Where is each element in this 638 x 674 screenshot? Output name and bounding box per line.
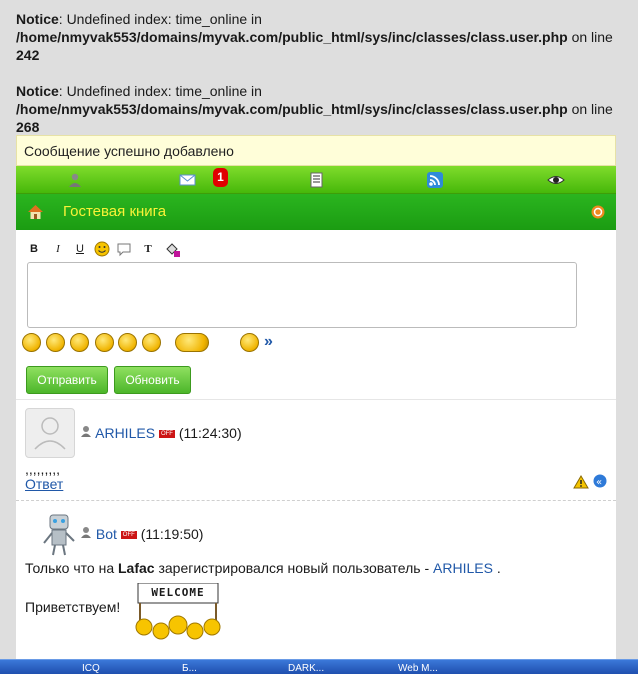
thumbs-up-smiley-icon[interactable] [142,333,161,352]
sick-smiley-icon[interactable] [240,333,259,352]
quote-icon[interactable] [116,241,132,257]
refresh-icon[interactable] [591,205,607,221]
windows-taskbar: ICQ Б... DARK... Web M... [0,659,638,674]
unread-mail-badge[interactable]: 1 [213,168,228,187]
taskbar-item[interactable]: DARK... [288,663,324,674]
report-warning-icon[interactable] [573,475,589,491]
smiley-icon[interactable] [118,333,137,352]
notice-path: /home/nmyvak553/domains/myvak.com/public… [16,101,568,117]
send-button[interactable]: Отправить [26,366,108,394]
user-icon [81,527,91,538]
bold-button[interactable]: B [26,241,42,257]
svg-text:«: « [596,477,602,488]
site-name: Lafac [118,560,155,576]
background-color-icon[interactable] [164,241,180,257]
post-time: (11:19:50) [140,526,204,542]
page-title-bar: Гостевая книга [16,194,616,230]
refresh-button[interactable]: Обновить [114,366,191,394]
more-smileys-link[interactable]: » [264,333,273,351]
profile-icon[interactable] [67,172,83,188]
notes-icon[interactable] [309,172,325,188]
bot-avatar [40,513,80,557]
post-header: Bot OFF (11:19:50) [80,525,203,555]
taskbar-item[interactable]: Б... [182,663,197,674]
mail-icon[interactable] [179,172,196,188]
notice-line: 242 [16,47,40,63]
message-textarea[interactable] [27,262,577,328]
guestbook-page: Сообщение успешно добавлено 1 Гостевая к… [16,135,616,665]
post-text: Только что на Lafac зарегистрировался но… [25,560,501,576]
smiley-icon[interactable] [46,333,65,352]
taskbar-item[interactable]: ICQ [82,663,100,674]
welcome-smileys-banner: WELCOME [134,582,222,641]
notice-path: /home/nmyvak553/domains/myvak.com/public… [16,29,568,45]
post-author-link[interactable]: ARHILES [95,425,155,441]
smiley-icon[interactable] [22,333,41,352]
home-icon[interactable] [27,204,43,220]
php-notices: Notice: Undefined index: time_online in … [16,10,626,154]
offline-badge: OFF [120,531,137,540]
smiley-icon[interactable] [94,241,110,257]
notice-2: Notice: Undefined index: time_online in … [16,83,613,135]
welcome-banner-text: WELCOME [151,586,205,599]
divider [16,399,616,400]
post-time: (11:24:30) [178,425,242,441]
italic-button[interactable]: I [50,241,66,257]
offline-badge: OFF [158,430,175,439]
reply-link[interactable]: Ответ [25,476,63,492]
post-text: ,,,,,,,,, [25,461,61,477]
notice-line: 268 [16,119,40,135]
notice-1: Notice: Undefined index: time_online in … [16,11,613,63]
divider [16,500,616,501]
greeting-text: Приветствуем! [25,599,121,615]
page-title: Гостевая книга [63,203,167,220]
smiley-icon[interactable] [95,333,114,352]
rss-icon[interactable] [427,172,443,188]
notice-label: Notice [16,11,59,27]
quote-reply-icon[interactable]: « [593,474,609,490]
eye-icon[interactable] [547,172,565,188]
post-header: ARHILES OFF (11:24:30) [80,424,242,454]
top-navigation: 1 [16,166,616,194]
underline-button[interactable]: U [72,241,88,257]
user-icon [81,426,91,437]
success-message: Сообщение успешно добавлено [16,135,616,166]
avatar [25,408,75,458]
new-user-link[interactable]: ARHILES [433,560,493,576]
smiley-icon[interactable] [70,333,89,352]
text-color-button[interactable]: T [140,241,156,257]
post-author-link[interactable]: Bot [96,526,117,542]
taskbar-item[interactable]: Web M... [398,663,438,674]
group-smiley-icon[interactable] [175,333,209,352]
notice-label: Notice [16,83,59,99]
